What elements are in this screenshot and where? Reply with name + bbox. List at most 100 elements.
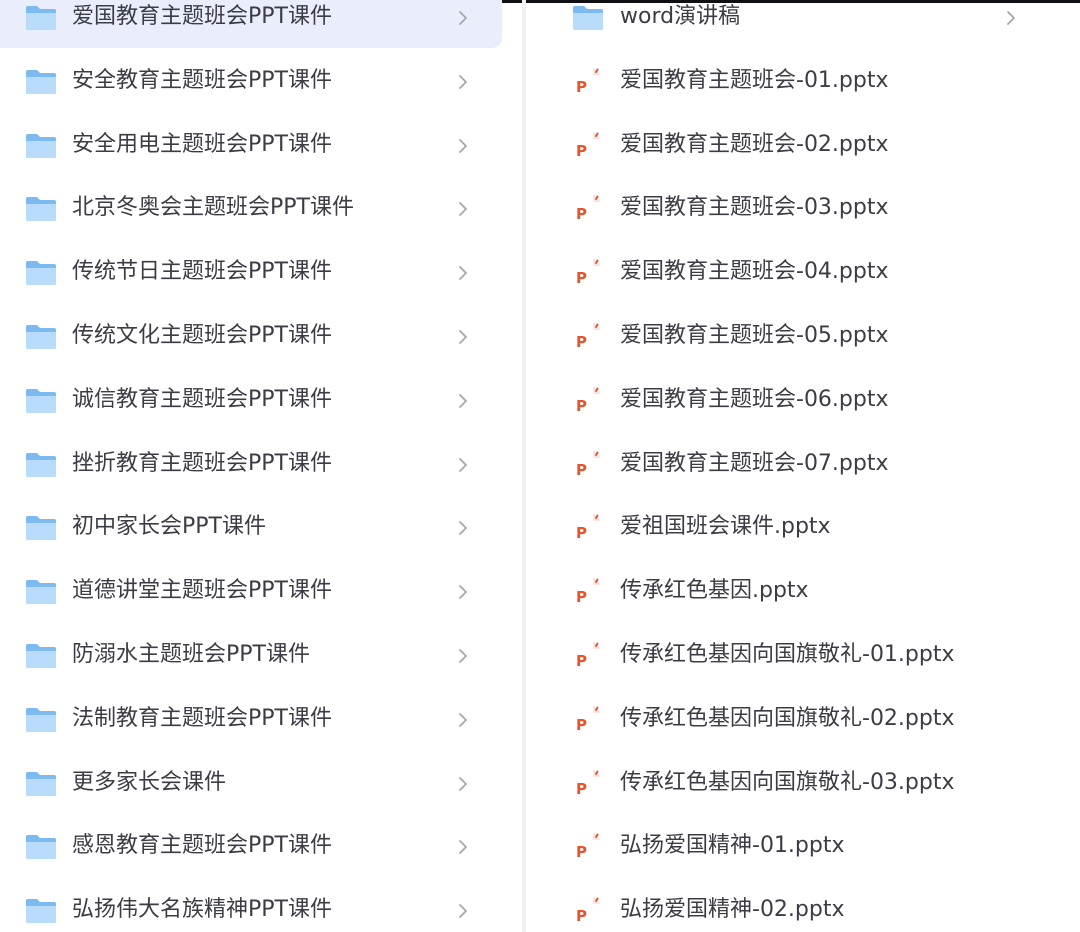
chevron-right-icon — [456, 774, 470, 794]
ppt-file-icon: P — [574, 385, 602, 417]
item-label: 爱国教育主题班会PPT课件 — [72, 4, 332, 29]
ppt-file-icon: P — [574, 831, 602, 863]
ppt-file-icon: P — [574, 512, 602, 544]
folder-icon — [25, 643, 57, 669]
ppt-file-icon: P — [574, 704, 602, 736]
item-label: 防溺水主题班会PPT课件 — [72, 642, 310, 667]
svg-text:P: P — [576, 269, 587, 287]
folder-row[interactable]: 传统文化主题班会PPT课件 — [0, 307, 502, 367]
file-row[interactable]: P 爱祖国班会课件.pptx — [526, 498, 1066, 558]
folder-icon — [25, 707, 57, 733]
item-label: 传承红色基因向国旗敬礼-03.pptx — [620, 769, 955, 795]
item-label: 爱国教育主题班会-07.pptx — [620, 450, 889, 476]
file-row[interactable]: P 传承红色基因向国旗敬礼-02.pptx — [526, 690, 1066, 750]
folder-row[interactable]: 更多家长会课件 — [0, 754, 502, 814]
ppt-file-icon: P — [574, 576, 602, 608]
folder-icon — [25, 771, 57, 797]
folder-row[interactable]: 诚信教育主题班会PPT课件 — [0, 371, 502, 431]
file-row[interactable]: P 爱国教育主题班会-07.pptx — [526, 435, 1066, 495]
folder-row[interactable]: 传统节日主题班会PPT课件 — [0, 243, 502, 303]
folder-icon — [572, 5, 604, 31]
ppt-file-icon: P — [574, 321, 602, 353]
file-row[interactable]: P 传承红色基因向国旗敬礼-01.pptx — [526, 626, 1066, 686]
item-label: 传统文化主题班会PPT课件 — [72, 323, 332, 348]
item-label: 安全教育主题班会PPT课件 — [72, 67, 332, 93]
ppt-file-icon: P — [574, 768, 602, 800]
chevron-right-icon — [456, 8, 470, 28]
item-label: 诚信教育主题班会PPT课件 — [72, 386, 332, 412]
item-label: 法制教育主题班会PPT课件 — [72, 705, 332, 731]
folder-row[interactable]: 防溺水主题班会PPT课件 — [0, 626, 502, 686]
file-row[interactable]: P 弘扬爱国精神-01.pptx — [526, 817, 1066, 877]
item-label: 感恩教育主题班会PPT课件 — [72, 833, 332, 859]
item-label: 爱国教育主题班会-03.pptx — [620, 195, 889, 221]
file-row[interactable]: P 爱国教育主题班会-05.pptx — [526, 307, 1066, 367]
folder-row[interactable]: 北京冬奥会主题班会PPT课件 — [0, 179, 502, 239]
ppt-file-icon: P — [574, 257, 602, 289]
file-row[interactable]: P 爱国教育主题班会-02.pptx — [526, 116, 1066, 176]
item-label: word演讲稿 — [620, 4, 741, 29]
item-label: 爱国教育主题班会-06.pptx — [620, 386, 889, 412]
folder-row[interactable]: 爱国教育主题班会PPT课件 — [0, 0, 502, 48]
svg-text:P: P — [576, 652, 587, 670]
chevron-right-icon — [456, 646, 470, 666]
item-label: 爱国教育主题班会-05.pptx — [620, 323, 889, 348]
folder-icon — [25, 515, 57, 541]
folder-contents-pane: word演讲稿 P 爱国教育主题班会-01.pptx P 爱国教育主题班会-02.ppt… — [526, 0, 1080, 932]
svg-text:P: P — [576, 205, 587, 223]
folder-row[interactable]: 道德讲堂主题班会PPT课件 — [0, 562, 502, 622]
file-row[interactable]: P 弘扬爱国精神-02.pptx — [526, 881, 1066, 932]
chevron-right-icon — [456, 391, 470, 411]
svg-text:P: P — [576, 524, 587, 542]
svg-text:P: P — [576, 461, 587, 479]
folder-row[interactable]: 安全用电主题班会PPT课件 — [0, 116, 502, 176]
file-row[interactable]: P 传承红色基因.pptx — [526, 562, 1066, 622]
folder-row[interactable]: 挫折教育主题班会PPT课件 — [0, 435, 502, 495]
item-label: 更多家长会课件 — [72, 769, 227, 795]
folder-icon — [25, 260, 57, 286]
chevron-right-icon — [456, 455, 470, 475]
item-label: 北京冬奥会主题班会PPT课件 — [72, 195, 354, 221]
folder-row[interactable]: 法制教育主题班会PPT课件 — [0, 690, 502, 750]
item-label: 安全用电主题班会PPT课件 — [72, 131, 332, 157]
svg-text:P: P — [576, 588, 587, 606]
chevron-right-icon — [456, 199, 470, 219]
folder-row[interactable]: 安全教育主题班会PPT课件 — [0, 52, 502, 112]
folder-icon — [25, 898, 57, 924]
folder-list-pane: 爱国教育主题班会PPT课件 安全教育主题班会PPT课件 安全用电主题班会PPT课件北… — [0, 0, 522, 932]
item-label: 道德讲堂主题班会PPT课件 — [72, 578, 332, 604]
svg-text:P: P — [576, 716, 587, 734]
file-row[interactable]: P 爱国教育主题班会-01.pptx — [526, 52, 1066, 112]
folder-icon — [25, 133, 57, 159]
folder-row[interactable]: 弘扬伟大名族精神PPT课件 — [0, 881, 502, 932]
chevron-right-icon — [456, 582, 470, 602]
folder-icon — [25, 5, 57, 31]
folder-icon — [25, 324, 57, 350]
folder-row[interactable]: 初中家长会PPT课件 — [0, 498, 502, 558]
ppt-file-icon: P — [574, 449, 602, 481]
folder-icon — [25, 579, 57, 605]
folder-row[interactable]: word演讲稿 — [526, 0, 1066, 48]
folder-icon — [25, 834, 57, 860]
ppt-file-icon: P — [574, 193, 602, 225]
ppt-file-icon: P — [574, 640, 602, 672]
svg-text:P: P — [576, 907, 587, 925]
svg-text:P: P — [576, 333, 587, 351]
file-row[interactable]: P 爱国教育主题班会-04.pptx — [526, 243, 1066, 303]
item-label: 初中家长会PPT课件 — [72, 514, 266, 540]
chevron-right-icon — [456, 710, 470, 730]
folder-icon — [25, 196, 57, 222]
ppt-file-icon: P — [574, 895, 602, 927]
file-row[interactable]: P 爱国教育主题班会-06.pptx — [526, 371, 1066, 431]
file-row[interactable]: P 爱国教育主题班会-03.pptx — [526, 179, 1066, 239]
chevron-right-icon — [456, 263, 470, 283]
item-label: 传承红色基因.pptx — [620, 578, 809, 604]
item-label: 传承红色基因向国旗敬礼-01.pptx — [620, 642, 955, 667]
folder-row[interactable]: 感恩教育主题班会PPT课件 — [0, 817, 502, 877]
folder-icon — [25, 69, 57, 95]
file-row[interactable]: P 传承红色基因向国旗敬礼-03.pptx — [526, 754, 1066, 814]
folder-icon — [25, 388, 57, 414]
ppt-file-icon: P — [574, 130, 602, 162]
svg-text:P: P — [576, 780, 587, 798]
item-label: 爱国教育主题班会-04.pptx — [620, 259, 889, 285]
